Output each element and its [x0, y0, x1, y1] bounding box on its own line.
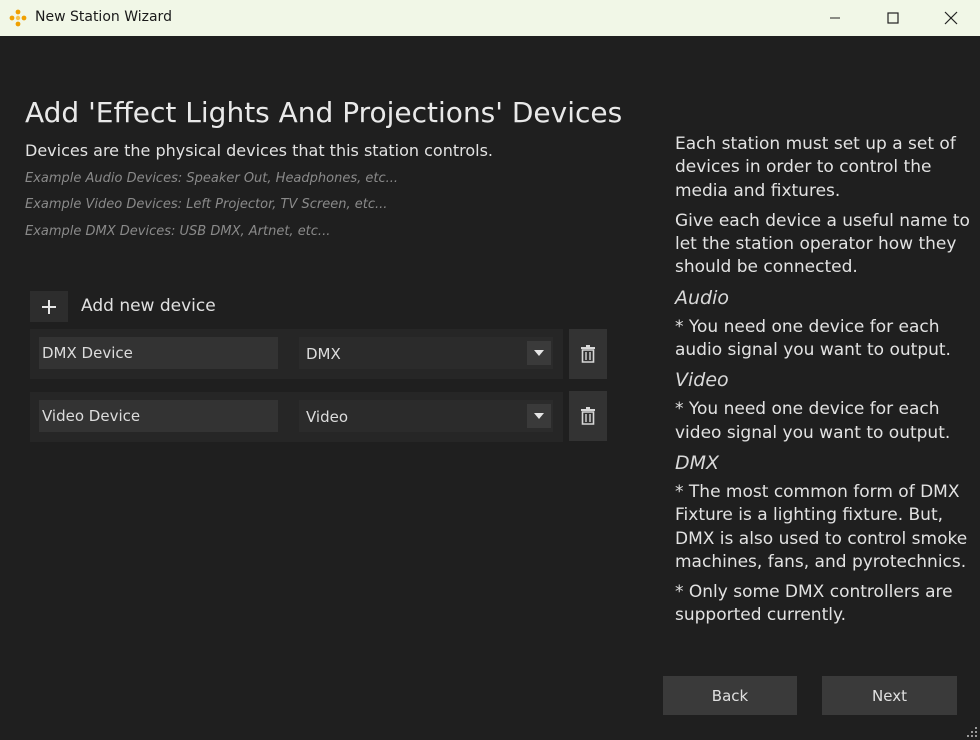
- help-dmx-text: * The most common form of DMX Fixture is…: [675, 481, 968, 572]
- help-video-heading: Video: [675, 369, 729, 392]
- next-button[interactable]: Next: [822, 676, 957, 715]
- help-audio-text: * You need one device for each audio sig…: [675, 316, 951, 361]
- dropdown-button[interactable]: [527, 404, 551, 428]
- device-type-select[interactable]: DMX: [299, 337, 553, 369]
- title-bar: New Station Wizard: [0, 0, 980, 36]
- dropdown-button[interactable]: [527, 341, 551, 365]
- delete-device-button[interactable]: [569, 391, 607, 441]
- plus-icon: [42, 299, 56, 314]
- device-row: Video Device Video: [30, 392, 563, 442]
- device-type-select[interactable]: Video: [299, 400, 553, 432]
- help-dmx-support-text: * Only some DMX controllers are supporte…: [675, 582, 953, 626]
- window-title: New Station Wizard: [35, 9, 172, 25]
- example-dmx-text: Example DMX Devices: USB DMX, Artnet, et…: [25, 224, 331, 239]
- resize-grip-icon[interactable]: [964, 724, 978, 738]
- back-button[interactable]: Back: [663, 676, 797, 715]
- help-panel: Each station must set up a set of device…: [675, 133, 975, 635]
- trash-icon: [581, 407, 595, 425]
- example-video-text: Example Video Devices: Left Projector, T…: [25, 197, 388, 212]
- close-button[interactable]: [922, 0, 980, 36]
- delete-device-button[interactable]: [569, 329, 607, 379]
- device-row: DMX Device DMX: [30, 329, 563, 379]
- device-type-value: DMX: [306, 345, 341, 363]
- page-subtitle: Devices are the physical devices that th…: [25, 141, 493, 160]
- app-logo-icon: [9, 9, 27, 27]
- trash-icon: [581, 345, 595, 363]
- help-dmx-heading: DMX: [675, 451, 720, 474]
- chevron-down-icon: [534, 413, 544, 419]
- add-device-label[interactable]: Add new device: [81, 296, 216, 316]
- example-audio-text: Example Audio Devices: Speaker Out, Head…: [25, 171, 399, 186]
- help-intro-text: Each station must set up a set of device…: [675, 134, 956, 201]
- device-name-input[interactable]: DMX Device: [39, 337, 278, 369]
- maximize-icon: [887, 12, 899, 24]
- minimize-icon: [830, 17, 840, 19]
- minimize-button[interactable]: [806, 0, 864, 36]
- chevron-down-icon: [534, 350, 544, 356]
- help-audio-heading: Audio: [675, 286, 730, 309]
- add-device-button[interactable]: [30, 291, 68, 322]
- maximize-button[interactable]: [864, 0, 922, 36]
- help-naming-text: Give each device a useful name to let th…: [675, 210, 970, 278]
- page-title: Add 'Effect Lights And Projections' Devi…: [25, 96, 623, 129]
- device-name-input[interactable]: Video Device: [39, 400, 278, 432]
- device-type-value: Video: [306, 408, 349, 426]
- close-icon: [944, 11, 958, 25]
- help-video-text: * You need one device for each video sig…: [675, 399, 951, 443]
